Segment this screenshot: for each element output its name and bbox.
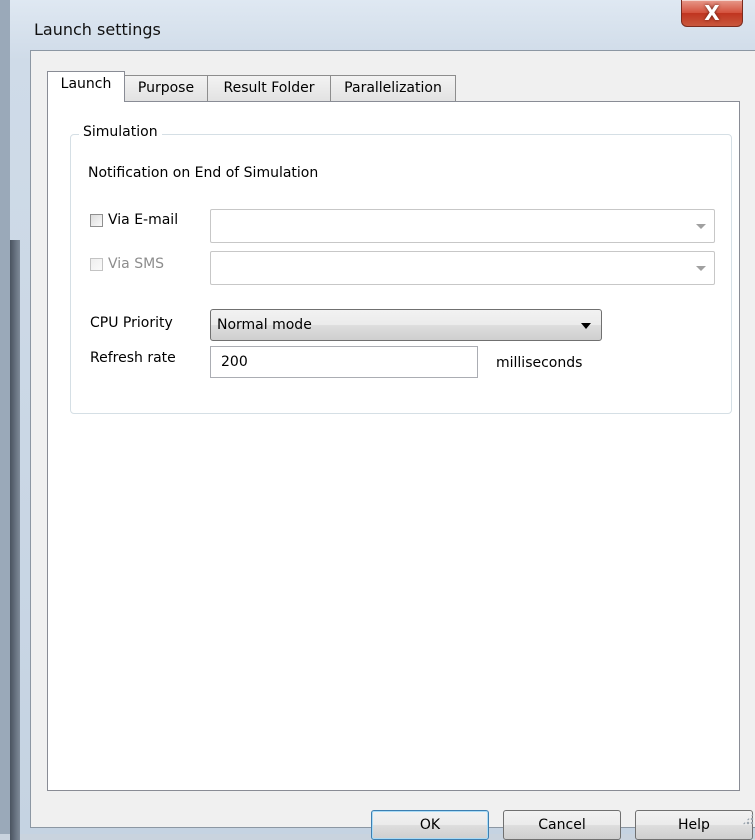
title-bar[interactable]: Launch settings X (20, 0, 755, 40)
cancel-button[interactable]: Cancel (503, 810, 621, 840)
tab-launch[interactable]: Launch (47, 71, 125, 102)
refresh-rate-value: 200 (221, 354, 248, 370)
chevron-down-icon (696, 266, 706, 271)
launch-settings-dialog: Launch settings X Launch Purpose Result … (0, 0, 755, 840)
close-icon: X (704, 1, 720, 25)
sms-combobox[interactable] (210, 251, 715, 285)
dialog-client-area: Launch Purpose Result Folder Paralleliza… (30, 50, 755, 840)
via-sms-label: Via SMS (108, 256, 165, 272)
chevron-down-icon (696, 224, 706, 229)
via-sms-checkbox (90, 257, 103, 271)
tab-purpose[interactable]: Purpose (124, 75, 208, 101)
cpu-priority-label: CPU Priority (90, 315, 173, 331)
email-combobox[interactable] (210, 209, 715, 243)
refresh-rate-label: Refresh rate (90, 350, 176, 366)
simulation-group: Simulation Notification on End of Simula… (70, 124, 732, 414)
refresh-rate-input[interactable]: 200 (210, 346, 478, 378)
cpu-priority-value: Normal mode (217, 317, 312, 333)
refresh-rate-unit: milliseconds (496, 355, 583, 371)
ok-button[interactable]: OK (371, 810, 489, 840)
simulation-group-title: Simulation (79, 124, 162, 140)
via-email-checkbox[interactable] (90, 213, 103, 227)
close-button[interactable]: X (681, 0, 743, 27)
window-edge (10, 240, 20, 840)
window-title: Launch settings (34, 20, 161, 39)
via-email-row[interactable]: Via E-mail (90, 212, 178, 228)
via-email-label: Via E-mail (108, 212, 179, 228)
cpu-priority-select[interactable]: Normal mode (210, 309, 602, 341)
tab-result-folder[interactable]: Result Folder (207, 75, 331, 101)
launch-tab-panel: Simulation Notification on End of Simula… (47, 101, 740, 791)
tab-parallelization[interactable]: Parallelization (330, 75, 456, 101)
notification-heading: Notification on End of Simulation (88, 165, 319, 181)
via-sms-row: Via SMS (90, 256, 164, 272)
help-button[interactable]: Help (635, 810, 753, 840)
chevron-down-icon (581, 323, 591, 329)
